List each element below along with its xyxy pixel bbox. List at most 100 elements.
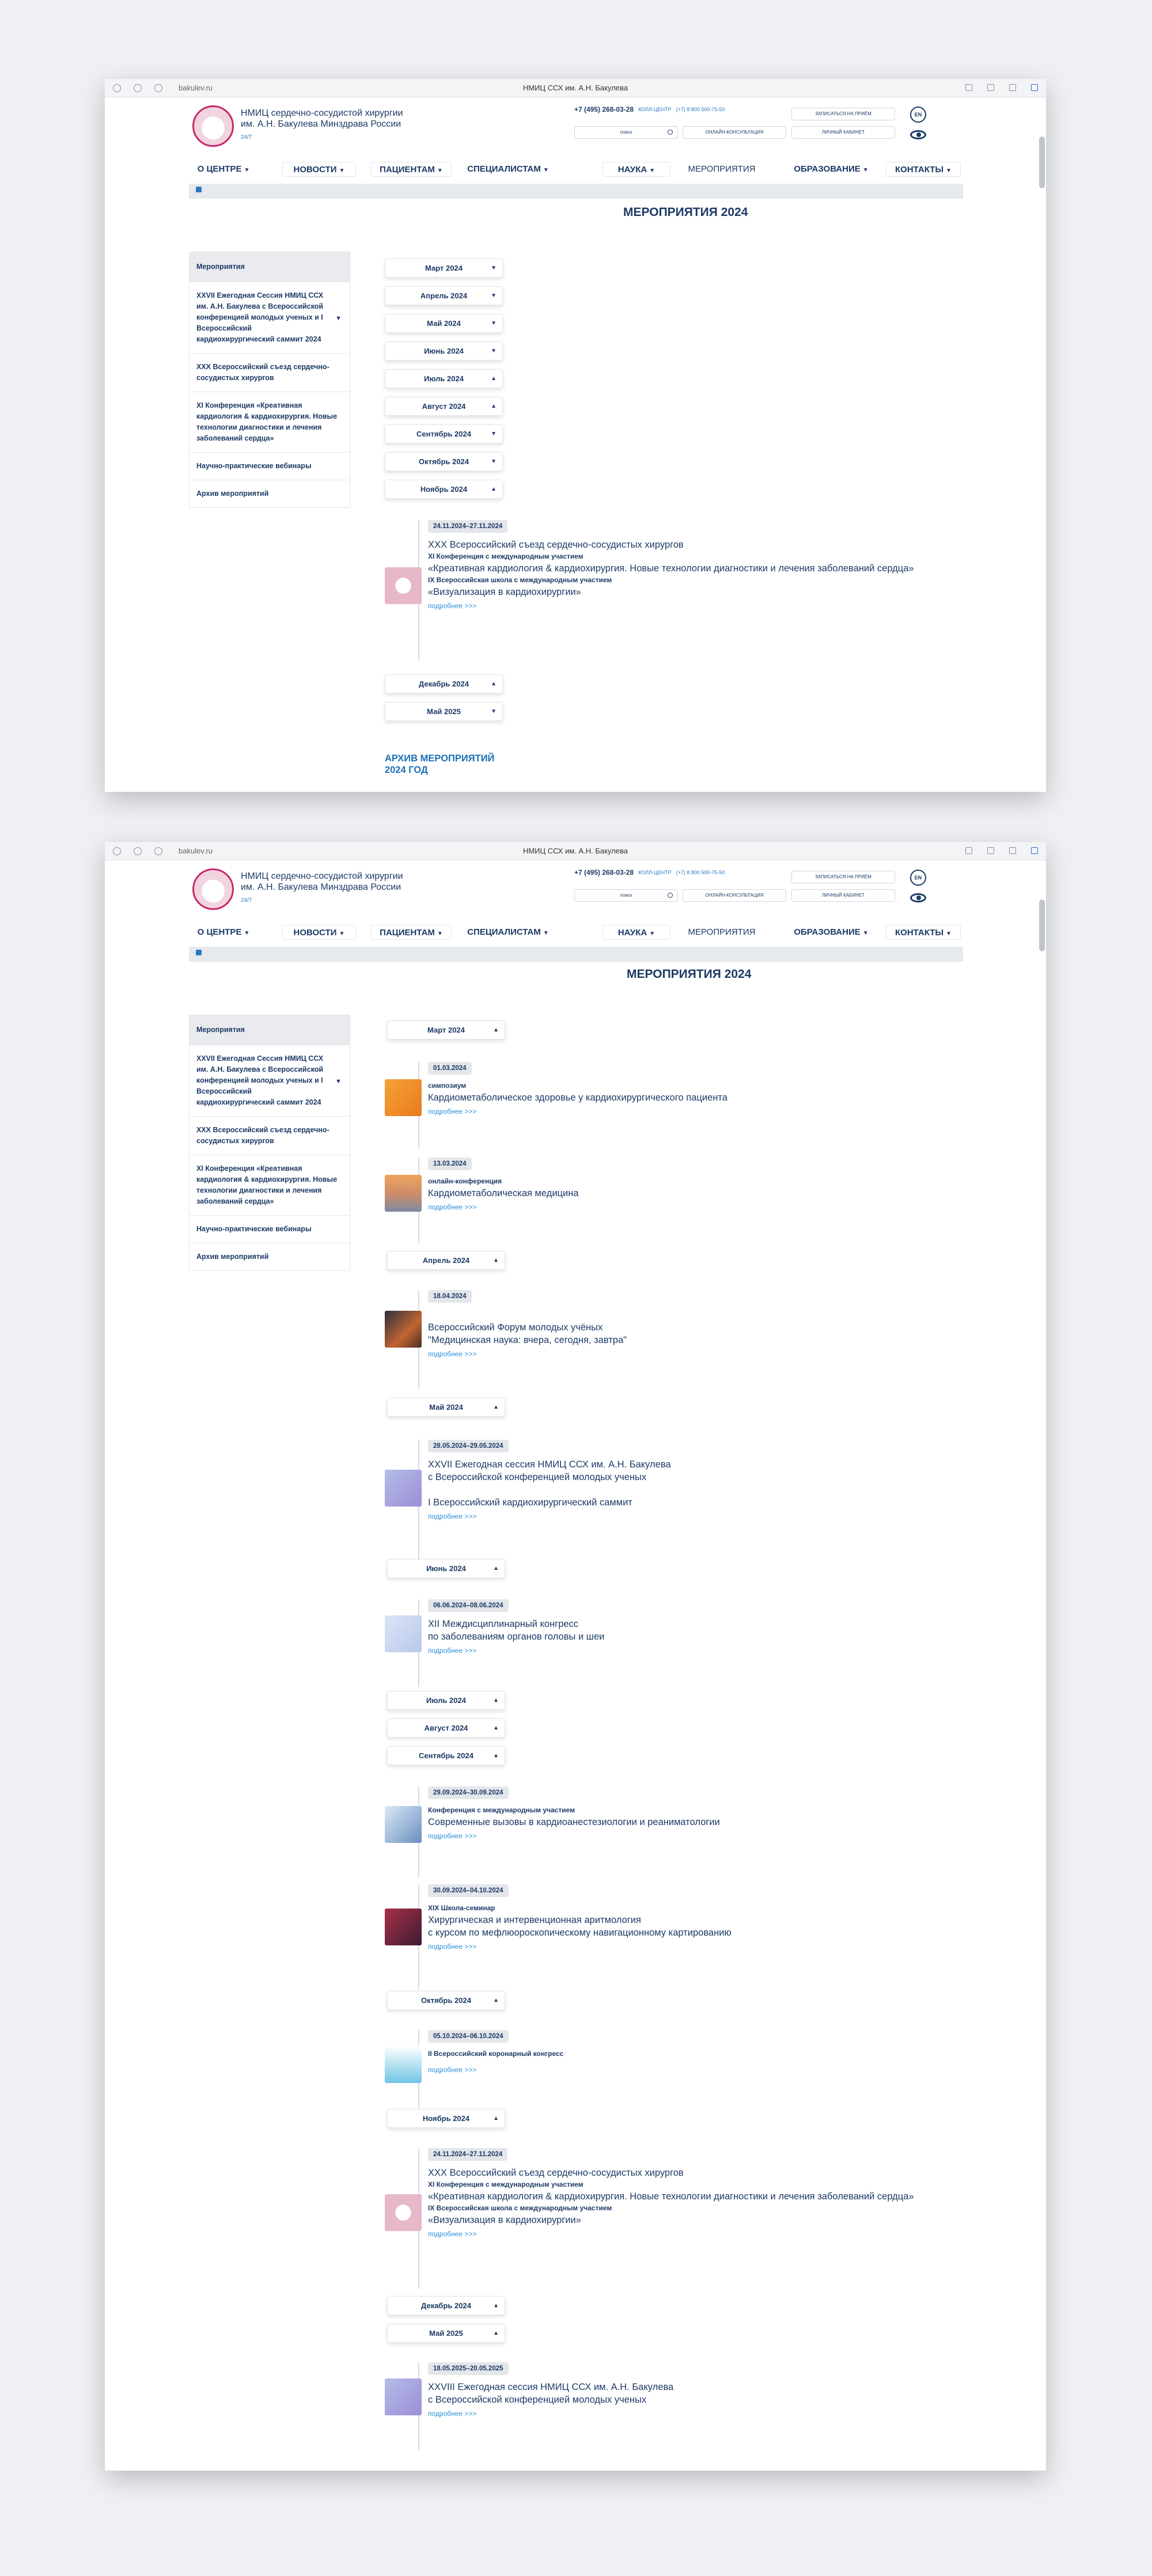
event-thumbnail[interactable] [385,1806,422,1843]
org-name[interactable]: НМИЦ сердечно-сосудистой хирургии им. А.… [241,871,403,906]
sidebar-item-conference[interactable]: XI Конференция «Креативная кардиология &… [189,1155,350,1216]
event-thumbnail[interactable] [385,1311,422,1348]
eye-icon[interactable] [910,130,926,139]
extensions-icon[interactable] [1009,847,1016,854]
month-toggle[interactable]: Август 2024 ▲ [385,397,503,416]
month-toggle[interactable]: Май 2024 ▼ [385,314,503,333]
sidebar-item-webinars[interactable]: Научно-практические вебинары [189,453,350,480]
nav-science[interactable]: НАУКА ▼ [602,925,670,940]
more-link[interactable]: подробнее >>> [428,2066,932,2074]
org-name[interactable]: НМИЦ сердечно-сосудистой хирургии им. А.… [241,108,403,143]
nav-about[interactable]: О ЦЕНТРЕ ▼ [189,925,258,940]
nav-news[interactable]: НОВОСТИ ▼ [282,925,356,940]
menu-icon[interactable] [987,84,994,91]
nav-contacts[interactable]: КОНТАКТЫ ▼ [886,925,961,940]
event-thumbnail[interactable] [385,1909,422,1945]
nav-news[interactable]: НОВОСТИ ▼ [282,162,356,177]
month-toggle[interactable]: Июнь 2024 ▼ [385,342,503,361]
month-toggle[interactable]: Сентябрь 2024 ▲ [387,1746,505,1765]
extensions-icon[interactable] [1009,84,1016,91]
nav-science[interactable]: НАУКА ▼ [602,162,670,177]
event-thumbnail[interactable] [385,567,422,604]
online-consultation-button[interactable]: ОНЛАЙН-КОНСУЛЬТАЦИЯ [683,889,786,902]
sidebar-item-events[interactable]: Мероприятия [189,1015,350,1045]
nav-education[interactable]: ОБРАЗОВАНИЕ ▼ [782,925,880,940]
archive-link[interactable]: АРХИВ МЕРОПРИЯТИЙ 2024 ГОД [385,753,494,776]
home-icon[interactable] [196,950,202,955]
phone[interactable]: +7 (495) 268-03-28 КОЛЛ-ЦЕНТР (+7) 8 800 5… [574,868,725,877]
month-toggle[interactable]: Декабрь 2024 ▲ [387,2296,505,2315]
event-thumbnail[interactable] [385,1079,422,1116]
logo-icon[interactable] [192,105,234,147]
month-toggle[interactable]: Октябрь 2024 ▲ [387,1991,505,2010]
more-link[interactable]: подробнее >>> [428,1943,932,1951]
more-link[interactable]: подробнее >>> [428,2410,932,2418]
more-link[interactable]: подробнее >>> [428,602,932,610]
month-toggle[interactable]: Март 2024 ▼ [385,259,503,278]
month-toggle[interactable]: Сентябрь 2024 ▼ [385,424,503,443]
sidebar-item-archive[interactable]: Архив мероприятий [189,1243,350,1271]
month-toggle[interactable]: Июль 2024 ▲ [385,369,503,388]
nav-about[interactable]: О ЦЕНТРЕ ▼ [189,162,258,177]
more-link[interactable]: подробнее >>> [428,1512,932,1520]
sidebar-item-session[interactable]: XXVII Ежегодная Сессия НМИЦ ССХ им. А.Н.… [189,1045,350,1117]
more-link[interactable]: подробнее >>> [428,1107,932,1116]
home-icon[interactable] [196,187,202,192]
month-toggle[interactable]: Август 2024 ▲ [387,1718,505,1737]
appointment-button[interactable]: ЗАПИСАТЬСЯ НА ПРИЁМ [791,108,895,120]
menu-icon[interactable] [987,847,994,854]
more-link[interactable]: подробнее >>> [428,1203,932,1211]
search-input[interactable]: поиск [574,889,678,902]
event-thumbnail[interactable] [385,2046,422,2083]
event-thumbnail[interactable] [385,1175,422,1212]
month-toggle[interactable]: Апрель 2024 ▲ [387,1251,505,1270]
nav-contacts[interactable]: КОНТАКТЫ ▼ [886,162,961,177]
event-thumbnail[interactable] [385,2194,422,2231]
nav-patients[interactable]: ПАЦИЕНТАМ ▼ [371,162,452,177]
month-toggle[interactable]: Май 2024 ▲ [387,1398,505,1417]
scrollbar[interactable] [1039,900,1045,951]
nav-education[interactable]: ОБРАЗОВАНИЕ ▼ [782,162,880,177]
more-link[interactable]: подробнее >>> [428,2230,932,2238]
star-icon[interactable] [965,84,972,91]
translate-icon[interactable] [1031,84,1038,91]
more-link[interactable]: подробнее >>> [428,1832,932,1840]
month-toggle[interactable]: Октябрь 2024 ▼ [385,452,503,471]
month-toggle[interactable]: Ноябрь 2024 ▲ [385,480,503,499]
month-toggle[interactable]: Июль 2024 ▲ [387,1691,505,1710]
cabinet-button[interactable]: ЛИЧНЫЙ КАБИНЕТ [791,889,895,902]
online-consultation-button[interactable]: ОНЛАЙН-КОНСУЛЬТАЦИЯ [683,126,786,139]
event-thumbnail[interactable] [385,1470,422,1507]
logo-icon[interactable] [192,868,234,910]
nav-events[interactable]: МЕРОПРИЯТИЯ [679,162,765,177]
month-toggle[interactable]: Ноябрь 2024 ▲ [387,2109,505,2128]
month-toggle[interactable]: Май 2025 ▼ [385,702,503,721]
more-link[interactable]: подробнее >>> [428,1350,932,1358]
nav-specialists[interactable]: СПЕЦИАЛИСТАМ ▼ [456,162,560,177]
nav-specialists[interactable]: СПЕЦИАЛИСТАМ ▼ [456,925,560,940]
month-toggle[interactable]: Апрель 2024 ▼ [385,286,503,305]
cabinet-button[interactable]: ЛИЧНЫЙ КАБИНЕТ [791,126,895,139]
sidebar-item-events[interactable]: Мероприятия [189,252,350,282]
more-link[interactable]: подробнее >>> [428,1646,932,1655]
sidebar-item-congress[interactable]: XXX Всероссийский съезд сердечно-сосудис… [189,1117,350,1155]
sidebar-item-session[interactable]: XXVII Ежегодная Сессия НМИЦ ССХ им. А.Н.… [189,282,350,354]
translate-icon[interactable] [1031,847,1038,854]
sidebar-item-congress[interactable]: XXX Всероссийский съезд сердечно-сосудис… [189,354,350,392]
phone[interactable]: +7 (495) 268-03-28 КОЛЛ-ЦЕНТР (+7) 8 800 5… [574,105,725,113]
nav-patients[interactable]: ПАЦИЕНТАМ ▼ [371,925,452,940]
event-thumbnail[interactable] [385,1615,422,1652]
lang-button[interactable]: EN [910,107,926,123]
month-toggle[interactable]: Декабрь 2024 ▲ [385,674,503,693]
sidebar-item-archive[interactable]: Архив мероприятий [189,480,350,508]
nav-events[interactable]: МЕРОПРИЯТИЯ [679,925,765,940]
eye-icon[interactable] [910,893,926,902]
appointment-button[interactable]: ЗАПИСАТЬСЯ НА ПРИЁМ [791,871,895,883]
sidebar-item-webinars[interactable]: Научно-практические вебинары [189,1216,350,1243]
star-icon[interactable] [965,847,972,854]
month-toggle[interactable]: Июнь 2024 ▲ [387,1559,505,1578]
month-toggle[interactable]: Март 2024 ▲ [387,1020,505,1039]
month-toggle[interactable]: Май 2025 ▲ [387,2324,505,2343]
search-input[interactable]: поиск [574,126,678,139]
scrollbar[interactable] [1039,136,1045,188]
